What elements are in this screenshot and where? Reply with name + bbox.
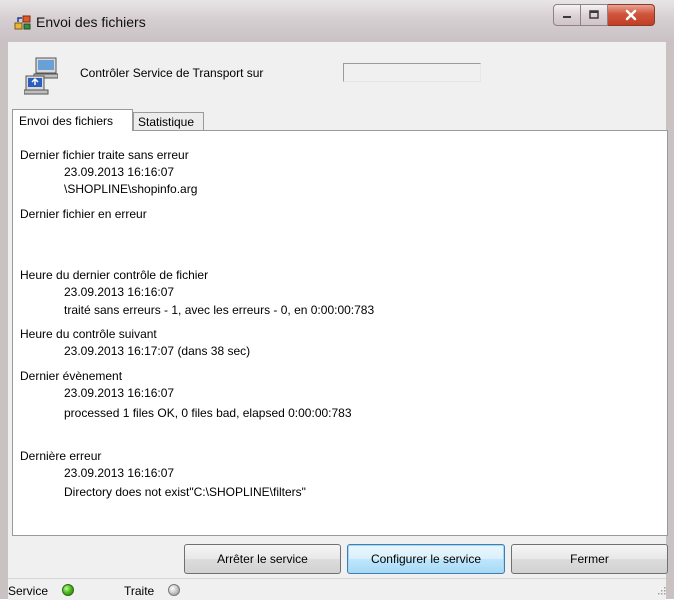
service-status-label: Service — [8, 584, 49, 598]
window-title: Envoi des fichiers — [36, 14, 146, 30]
maximize-button[interactable] — [581, 4, 608, 26]
close-button[interactable] — [608, 4, 655, 26]
tab-envoi-des-fichiers[interactable]: Envoi des fichiers — [12, 109, 133, 131]
last-event-time: 23.09.2013 16:16:07 — [64, 386, 175, 400]
traite-status-label: Traite — [124, 584, 155, 598]
maximize-icon — [589, 10, 599, 19]
close-icon — [625, 9, 637, 21]
service-status-indicator-icon — [62, 584, 74, 596]
last-ok-time: 23.09.2013 16:16:07 — [64, 165, 175, 179]
tab-panel: Dernier fichier traite sans erreur 23.09… — [12, 130, 668, 536]
close-dialog-button[interactable]: Fermer — [511, 544, 668, 574]
last-check-heading: Heure du dernier contrôle de fichier — [20, 268, 209, 282]
resize-grip-icon[interactable] — [658, 587, 666, 595]
minimize-icon — [563, 16, 571, 18]
last-ok-heading: Dernier fichier traite sans erreur — [20, 148, 189, 162]
next-check-time: 23.09.2013 16:17:07 (dans 38 sec) — [64, 344, 251, 358]
minimize-button[interactable] — [553, 4, 581, 26]
next-check-heading: Heure du contrôle suivant — [20, 327, 157, 341]
last-event-heading: Dernier évènement — [20, 369, 123, 383]
computer-transfer-icon — [24, 57, 58, 95]
title-bar[interactable]: Envoi des fichiers — [0, 0, 674, 42]
caption-buttons — [553, 4, 655, 26]
last-failure-time: 23.09.2013 16:16:07 — [64, 466, 175, 480]
transport-server-field[interactable] — [343, 63, 481, 82]
stop-service-button[interactable]: Arrêter le service — [184, 544, 341, 574]
traite-status-indicator-icon — [168, 584, 180, 596]
tab-statistique[interactable]: Statistique — [133, 112, 204, 130]
status-bar: Service Traite — [8, 578, 666, 600]
app-icon — [14, 15, 31, 30]
transport-service-label: Contrôler Service de Transport sur — [80, 66, 264, 80]
last-ok-file: \SHOPLINE\shopinfo.arg — [64, 182, 198, 196]
last-check-detail: traité sans erreurs - 1, avec les erreur… — [64, 303, 375, 317]
last-check-time: 23.09.2013 16:16:07 — [64, 285, 175, 299]
configure-service-button[interactable]: Configurer le service — [347, 544, 505, 574]
last-event-detail: processed 1 files OK, 0 files bad, elaps… — [64, 406, 352, 420]
last-failure-heading: Dernière erreur — [20, 449, 102, 463]
last-failure-detail: Directory does not exist"C:\SHOPLINE\fil… — [64, 485, 306, 499]
last-error-file-heading: Dernier fichier en erreur — [20, 207, 147, 221]
main-window: Envoi des fichiers Contrôler Service de … — [0, 0, 674, 600]
